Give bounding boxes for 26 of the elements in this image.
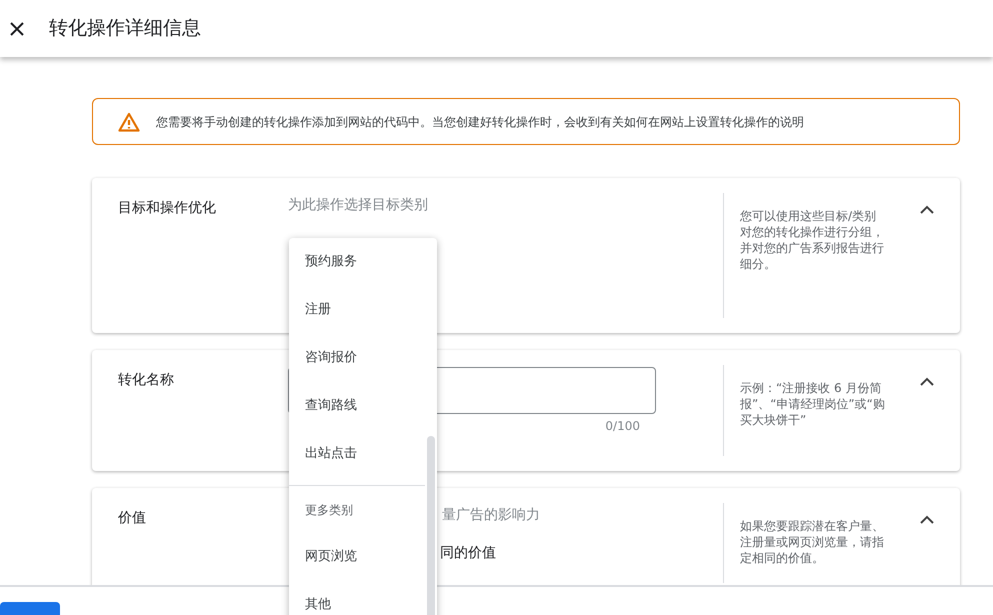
scrollbar-thumb[interactable] <box>427 436 435 615</box>
radio-option-label: 同的价值 <box>440 544 496 563</box>
menu-item[interactable]: 网页浏览 <box>289 533 437 581</box>
menu-group-heading: 更多类别 <box>305 502 353 518</box>
menu-item[interactable]: 其他 <box>289 581 437 615</box>
menu-item[interactable]: 咨询报价 <box>289 334 437 382</box>
menu-item[interactable]: 预约服务 <box>289 238 437 286</box>
menu-item[interactable]: 注册 <box>289 286 437 334</box>
section-label: 目标和操作优化 <box>118 200 216 216</box>
collapse-icon[interactable] <box>919 376 935 386</box>
menu-item[interactable]: 查询路线 <box>289 382 437 430</box>
section-hint: 量广告的影响力 <box>442 506 540 525</box>
help-text: 示例：“注册接收 6 月份简报”、“申请经理岗位”或“购买大块饼干” <box>740 380 886 428</box>
section-hint: 为此操作选择目标类别 <box>288 196 429 215</box>
help-text: 您可以使用这些目标/类别对您的转化操作进行分组，并对您的广告系列报告进行细分。 <box>740 208 885 272</box>
close-icon[interactable] <box>10 22 24 36</box>
warning-text: 您需要将手动创建的转化操作添加到网站的代码中。当您创建好转化操作时，会收到有关如何在网站上设置转化操作的说明 <box>156 114 804 130</box>
collapse-icon[interactable] <box>919 514 935 524</box>
help-text: 如果您要跟踪潜在客户量、注册量或网页浏览量，请指定相同的价值。 <box>740 518 885 566</box>
warning-icon <box>118 112 140 132</box>
collapse-icon[interactable] <box>919 204 935 214</box>
section-label: 转化名称 <box>118 372 174 388</box>
page-title: 转化操作详细信息 <box>49 16 201 42</box>
character-counter: 0/100 <box>604 418 640 435</box>
section-label: 价值 <box>118 510 146 526</box>
menu-item[interactable]: 出站点击 <box>289 430 437 478</box>
